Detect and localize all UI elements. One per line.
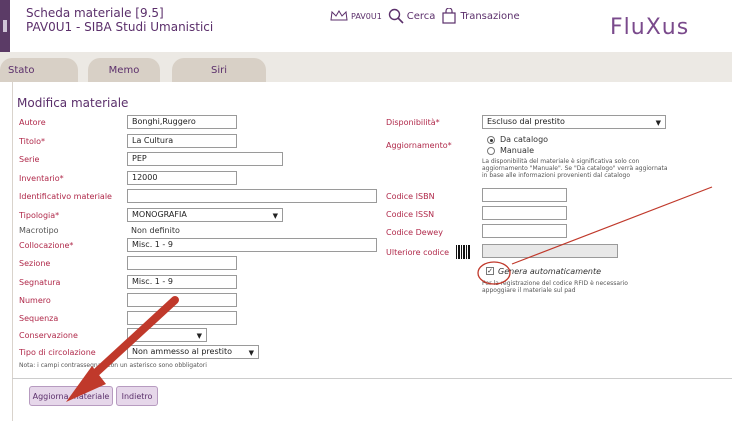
rfid-note-line-2: appoggiare il materiale sul pad (482, 287, 576, 294)
isbn-label: Codice ISBN (386, 192, 435, 201)
collocazione-input[interactable]: Misc. 1 - 9 (127, 238, 377, 252)
tab-siri[interactable]: Siri (172, 58, 266, 82)
sequenza-label: Sequenza (19, 314, 59, 323)
dewey-input[interactable] (482, 224, 567, 238)
tipologia-value: MONOGRAFIA (132, 210, 187, 219)
side-strip-mark (3, 20, 7, 32)
barcode-icon (456, 245, 470, 259)
autore-input[interactable]: Bonghi,Ruggero (127, 115, 237, 129)
dropdown-arrow-icon: ▼ (655, 119, 661, 127)
autore-label: Autore (19, 118, 46, 127)
tipologia-label: Tipologia* (19, 211, 60, 220)
dropdown-arrow-icon: ▼ (248, 349, 254, 357)
titolo-label: Titolo* (19, 137, 46, 146)
macrotipo-label: Macrotipo (19, 226, 59, 235)
transactions-label: Transazione (460, 10, 520, 22)
library-code: PAV0U1 (351, 11, 382, 21)
update-material-button[interactable]: Aggiorna materiale (29, 386, 113, 406)
conservazione-label: Conservazione (19, 331, 78, 340)
titolo-input[interactable]: La Cultura (127, 134, 237, 148)
collocazione-label: Collocazione* (19, 241, 74, 250)
sezione-label: Sezione (19, 259, 51, 268)
radio-da-catalogo-label: Da catalogo (500, 135, 549, 144)
identificativo-input[interactable] (127, 189, 377, 203)
sequenza-input[interactable] (127, 311, 237, 325)
library-switch[interactable]: PAV0U1 (330, 10, 382, 22)
aggiornamento-label: Aggiornamento* (386, 141, 452, 150)
tipologia-select[interactable]: MONOGRAFIA ▼ (127, 208, 283, 222)
search-button[interactable]: Cerca (388, 8, 436, 24)
disponibilita-select[interactable]: Escluso dal prestito ▼ (482, 115, 666, 129)
numero-input[interactable] (127, 293, 237, 307)
radio-manuale-label: Manuale (500, 146, 534, 155)
required-fields-note: Nota: i campi contrassegnati con un aste… (19, 362, 207, 369)
disponibilita-note-line-1: La disponibilità del materiale è signifi… (482, 158, 640, 165)
tab-bar: Stato Memo Siri (0, 52, 732, 82)
serie-input[interactable]: PEP (127, 152, 283, 166)
disponibilita-note-line-2: aggiornamento "Manuale". Se "Da catalogo… (482, 165, 668, 172)
disponibilita-note-line-3: in base alle informazioni provenienti da… (482, 172, 631, 179)
identificativo-label: Identificativo materiale (19, 192, 112, 201)
inventario-label: Inventario* (19, 174, 64, 183)
segnatura-label: Segnatura (19, 278, 61, 287)
footer-divider (12, 378, 732, 379)
app-header: Scheda materiale [9.5] PAV0U1 - SIBA Stu… (0, 0, 732, 52)
search-icon (388, 8, 404, 24)
shopping-bag-icon (442, 8, 457, 24)
side-strip (0, 0, 10, 52)
rfid-note-line-1: Per la registrazione del codice RFID è n… (482, 280, 628, 287)
tab-memo[interactable]: Memo (88, 58, 160, 82)
disponibilita-value: Escluso dal prestito (487, 117, 565, 126)
transactions-button[interactable]: Transazione (441, 8, 520, 24)
conservazione-select[interactable]: ▼ (127, 328, 207, 342)
dewey-label: Codice Dewey (386, 228, 443, 237)
radio-da-catalogo[interactable] (487, 136, 495, 144)
tab-stato[interactable]: Stato (0, 58, 78, 82)
issn-input[interactable] (482, 206, 567, 220)
back-button[interactable]: Indietro (116, 386, 158, 406)
fluxus-logo: FluXus (610, 15, 690, 40)
dropdown-arrow-icon: ▼ (196, 332, 202, 340)
macrotipo-value: Non definito (131, 226, 180, 235)
tipo-circolazione-label: Tipo di circolazione (19, 348, 96, 357)
tipo-circolazione-select[interactable]: Non ammesso al prestito ▼ (127, 345, 259, 359)
tipo-circolazione-value: Non ammesso al prestito (132, 347, 233, 356)
library-subtitle: PAV0U1 - SIBA Studi Umanistici (26, 20, 214, 34)
header-tools: PAV0U1 Cerca Transazione (330, 8, 520, 24)
disponibilita-label: Disponibilità* (386, 118, 440, 127)
ulteriore-input[interactable] (482, 244, 618, 258)
dropdown-arrow-icon: ▼ (272, 212, 278, 220)
ulteriore-label: Ulteriore codice (386, 248, 450, 257)
segnatura-input[interactable]: Misc. 1 - 9 (127, 275, 237, 289)
genera-label: Genera automaticamente (498, 267, 602, 276)
sezione-input[interactable] (127, 256, 237, 270)
genera-checkbox[interactable]: ✓ (486, 267, 494, 275)
form-title: Modifica materiale (17, 96, 129, 110)
inventario-input[interactable]: 12000 (127, 171, 237, 185)
page-title: Scheda materiale [9.5] (26, 6, 164, 20)
issn-label: Codice ISSN (386, 210, 435, 219)
numero-label: Numero (19, 296, 51, 305)
radio-manuale[interactable] (487, 147, 495, 155)
serie-label: Serie (19, 155, 40, 164)
crown-icon (330, 10, 348, 21)
search-label: Cerca (406, 10, 436, 22)
isbn-input[interactable] (482, 188, 567, 202)
